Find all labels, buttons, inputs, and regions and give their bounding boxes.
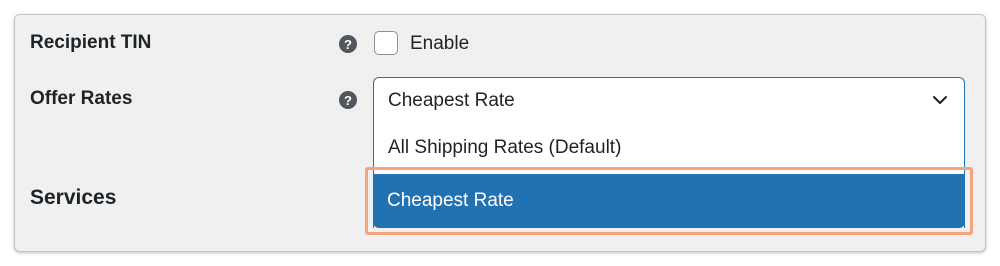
offer-rates-label: Offer Rates — [30, 88, 133, 109]
chevron-down-icon[interactable] — [932, 92, 948, 108]
dropdown-option-cheapest-rate[interactable]: Cheapest Rate — [373, 174, 965, 228]
recipient-tin-enable-checkbox[interactable] — [374, 31, 398, 55]
question-circle-icon[interactable]: ? — [339, 35, 357, 53]
services-label: Services — [30, 186, 117, 209]
offer-rates-select[interactable]: Cheapest Rate — [373, 77, 965, 123]
recipient-tin-label: Recipient TIN — [30, 32, 152, 53]
dropdown-option-all-shipping-rates[interactable]: All Shipping Rates (Default) — [374, 123, 964, 173]
recipient-tin-enable-label[interactable]: Enable — [410, 33, 469, 55]
question-circle-icon[interactable]: ? — [339, 91, 357, 109]
offer-rates-selected-value: Cheapest Rate — [388, 90, 515, 111]
